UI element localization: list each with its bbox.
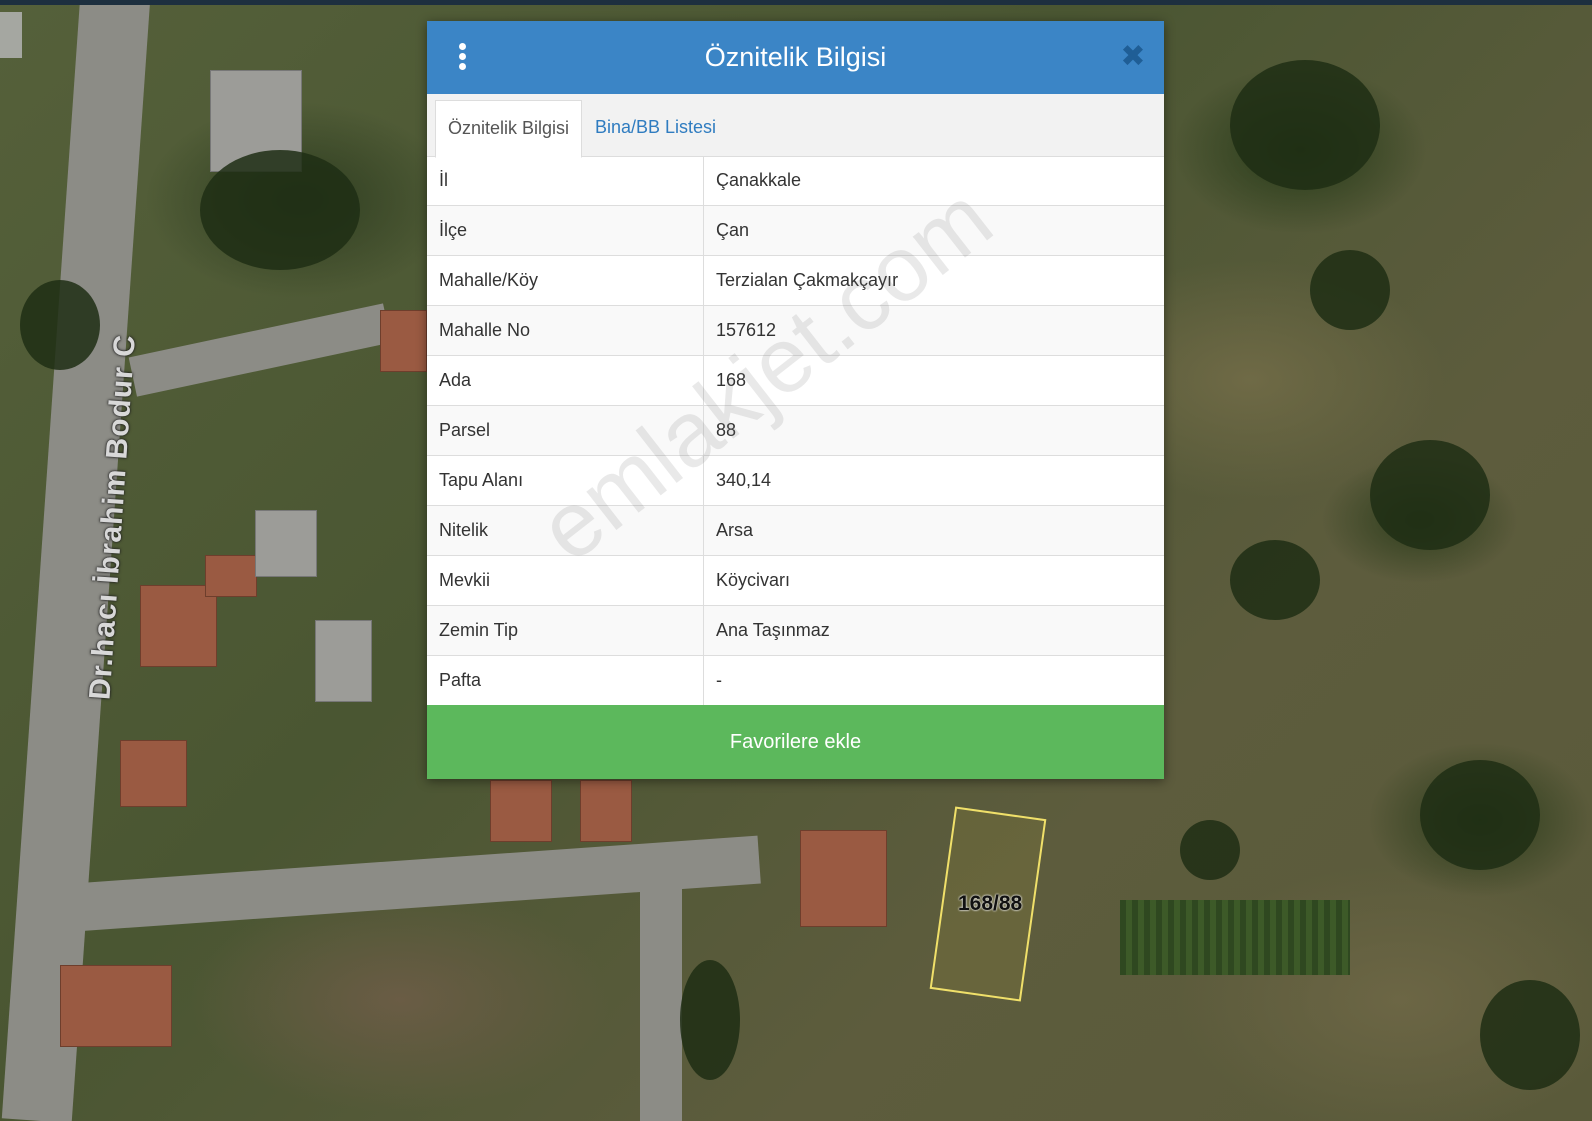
attribute-key: Mevkii [427,555,704,606]
map-building [255,510,317,577]
add-to-favorites-button[interactable]: Favorilere ekle [427,705,1164,779]
map-building [490,780,552,842]
attribute-value: Arsa [703,505,1164,556]
map-tree [1230,540,1320,620]
dialog-header: Öznitelik Bilgisi ✖ [427,21,1164,94]
attribute-key: İlçe [427,205,704,256]
table-row: Ada 168 [427,355,1164,406]
side-panel-toggle[interactable] [0,12,22,58]
map-tree [20,280,100,370]
map-building [580,780,632,842]
map-tree [1480,980,1580,1090]
table-row: Mevkii Köycivarı [427,555,1164,606]
attribute-value: Terzialan Çakmakçayır [703,255,1164,306]
attribute-table: İl Çanakkale İlçe Çan Mahalle/Köy Terzialan… [427,156,1164,706]
map-crop-field [1120,900,1350,975]
table-row: İl Çanakkale [427,156,1164,206]
map-tree [1230,60,1380,190]
table-row: Tapu Alanı 340,14 [427,455,1164,506]
attribute-key: Mahalle/Köy [427,255,704,306]
attribute-value: 168 [703,355,1164,406]
map-building [140,585,217,667]
map-road [1,0,150,1121]
attribute-value: 340,14 [703,455,1164,506]
table-row: Pafta - [427,655,1164,706]
attribute-value: 157612 [703,305,1164,356]
map-road [128,303,392,397]
attribute-dialog: Öznitelik Bilgisi ✖ Öznitelik Bilgisi Bi… [427,21,1164,779]
attribute-value: Köycivarı [703,555,1164,606]
attribute-key: Tapu Alanı [427,455,704,506]
top-toolbar-strip [0,0,1592,5]
map-tree [680,960,740,1080]
attribute-key: Zemin Tip [427,605,704,656]
parcel-label: 168/88 [958,892,1023,915]
table-row: Mahalle No 157612 [427,305,1164,356]
table-row: Mahalle/Köy Terzialan Çakmakçayır [427,255,1164,306]
map-building [315,620,372,702]
table-row: İlçe Çan [427,205,1164,256]
dialog-title: Öznitelik Bilgisi [704,42,887,72]
attribute-key: İl [427,156,704,206]
table-row: Parsel 88 [427,405,1164,456]
attribute-key: Parsel [427,405,704,456]
attribute-value: Ana Taşınmaz [703,605,1164,656]
dialog-tabs: Öznitelik Bilgisi Bina/BB Listesi [427,94,1164,158]
tab-building-list[interactable]: Bina/BB Listesi [583,100,728,156]
map-road [640,880,682,1121]
kebab-menu-icon[interactable] [455,43,469,73]
attribute-key: Pafta [427,655,704,706]
map-building [205,555,257,597]
map-tree [1420,760,1540,870]
table-row: Nitelik Arsa [427,505,1164,556]
attribute-value: Çan [703,205,1164,256]
map-building [60,965,172,1047]
attribute-key: Nitelik [427,505,704,556]
close-icon[interactable]: ✖ [1120,42,1146,72]
map-tree [1370,440,1490,550]
map-building [120,740,187,807]
attribute-value: Çanakkale [703,156,1164,206]
map-building [380,310,427,372]
table-row: Zemin Tip Ana Taşınmaz [427,605,1164,656]
attribute-key: Mahalle No [427,305,704,356]
map-building [800,830,887,927]
map-tree [200,150,360,270]
attribute-value: - [703,655,1164,706]
attribute-key: Ada [427,355,704,406]
attribute-value: 88 [703,405,1164,456]
map-tree [1180,820,1240,880]
map-tree [1310,250,1390,330]
tab-attribute-info[interactable]: Öznitelik Bilgisi [435,100,583,158]
